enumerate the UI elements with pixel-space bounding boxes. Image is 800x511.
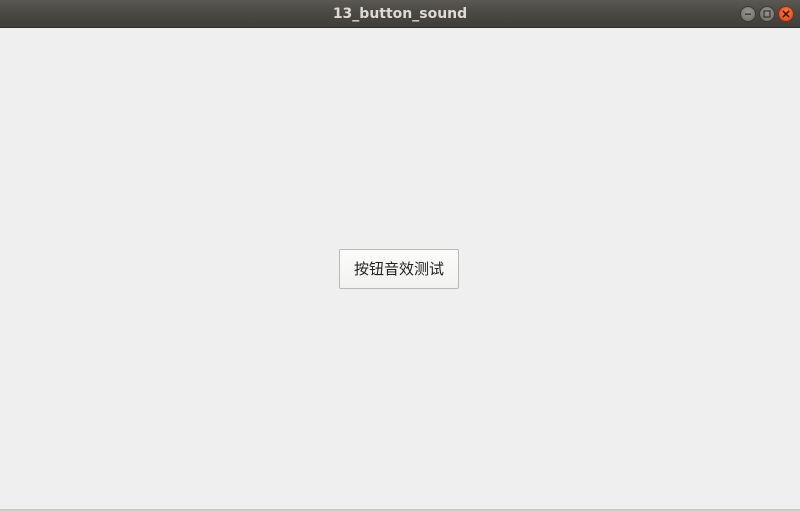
close-icon: [782, 10, 790, 18]
minimize-button[interactable]: [740, 6, 756, 22]
maximize-icon: [763, 10, 771, 18]
window-controls: [740, 6, 794, 22]
close-button[interactable]: [778, 6, 794, 22]
title-bar[interactable]: 13_button_sound: [0, 0, 800, 28]
maximize-button[interactable]: [759, 6, 775, 22]
window-title: 13_button_sound: [332, 6, 468, 22]
minimize-icon: [745, 13, 751, 15]
window-content: 按钮音效测试: [0, 28, 800, 509]
app-window: 13_button_sound 按钮音效测试: [0, 0, 800, 511]
sound-test-button[interactable]: 按钮音效测试: [339, 249, 459, 289]
